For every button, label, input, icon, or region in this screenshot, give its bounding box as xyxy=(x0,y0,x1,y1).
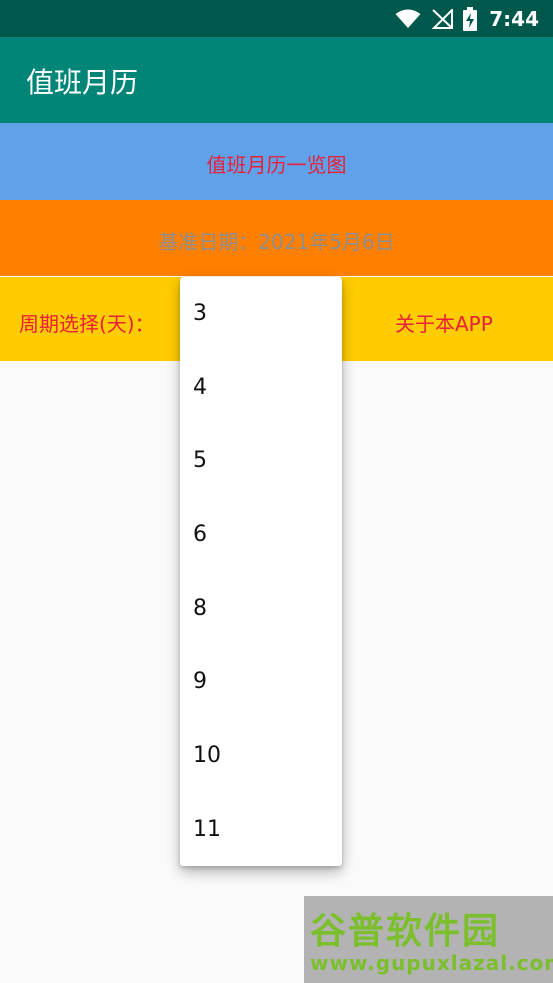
dropdown-option[interactable]: 6 xyxy=(180,498,342,572)
cycle-dropdown[interactable]: 3 4 5 6 8 9 10 11 xyxy=(180,277,342,866)
dropdown-option[interactable]: 5 xyxy=(180,424,342,498)
calendar-overview-button[interactable]: 值班月历一览图 xyxy=(0,123,553,200)
no-signal-icon xyxy=(431,9,454,29)
about-app-button[interactable]: 关于本APP xyxy=(395,308,493,337)
watermark-logo: 谷普软件园 www.gupuxlazal.com xyxy=(304,896,553,983)
calendar-overview-label: 值班月历一览图 xyxy=(206,153,347,177)
status-time: 7:44 xyxy=(489,7,539,31)
base-date-bar: 基准日期：2021年5月6日 xyxy=(0,200,553,276)
app-bar: 值班月历 xyxy=(0,37,553,123)
dropdown-option[interactable]: 11 xyxy=(180,793,342,866)
battery-charging-icon xyxy=(463,7,478,31)
dropdown-option[interactable]: 4 xyxy=(180,351,342,425)
dropdown-option[interactable]: 9 xyxy=(180,645,342,719)
dropdown-option[interactable]: 8 xyxy=(180,572,342,646)
status-bar: 7:44 xyxy=(0,0,553,37)
cycle-select-label: 周期选择(天)： xyxy=(19,312,155,336)
watermark-url: www.gupuxlazal.com xyxy=(310,951,553,975)
base-date-text: 基准日期：2021年5月6日 xyxy=(158,230,395,254)
dropdown-option[interactable]: 10 xyxy=(180,719,342,793)
wifi-icon xyxy=(395,9,421,29)
dropdown-option[interactable]: 3 xyxy=(180,277,342,351)
app-title: 值班月历 xyxy=(26,66,139,99)
watermark-title: 谷普软件园 xyxy=(310,911,501,952)
